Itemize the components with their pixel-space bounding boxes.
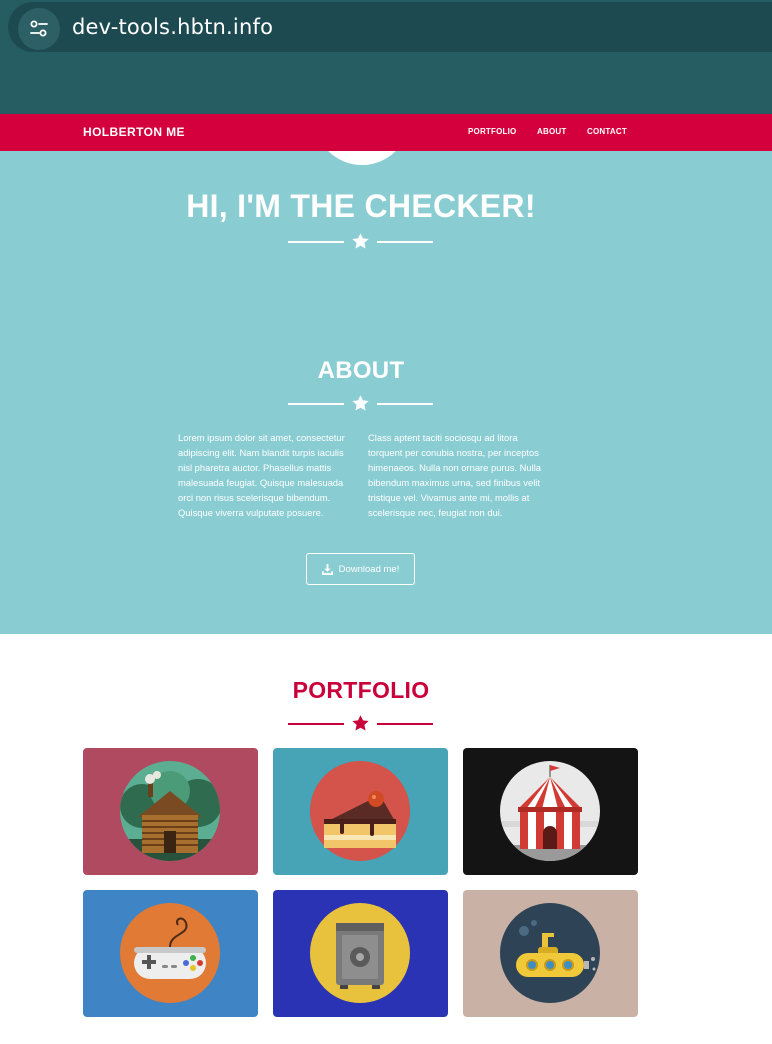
safe-icon	[310, 903, 410, 1003]
portfolio-divider	[288, 714, 433, 734]
portfolio-title: PORTFOLIO	[292, 677, 430, 703]
url-text[interactable]: dev-tools.hbtn.info	[72, 15, 273, 39]
star-icon	[352, 233, 369, 249]
download-icon	[321, 563, 333, 575]
hero-title: HI, I'M THE CHECKER!	[186, 188, 536, 224]
download-label: Download me!	[338, 563, 400, 575]
star-icon	[352, 715, 369, 731]
about-divider	[288, 394, 433, 414]
address-bar[interactable]: dev-tools.hbtn.info	[8, 2, 772, 52]
star-icon	[352, 395, 369, 411]
nav-link-about[interactable]: ABOUT	[537, 127, 566, 136]
circus-tent-icon	[500, 761, 600, 861]
nav-link-contact[interactable]: CONTACT	[587, 127, 627, 136]
tune-icon[interactable]	[18, 8, 60, 50]
hero-divider	[288, 232, 433, 252]
portfolio-item-cake[interactable]	[273, 748, 448, 875]
nav-link-portfolio[interactable]: PORTFOLIO	[468, 127, 516, 136]
download-button[interactable]: Download me!	[306, 553, 415, 585]
portfolio-item-cabin[interactable]	[83, 748, 258, 875]
about-text-right: Class aptent taciti sociosqu ad litora t…	[368, 432, 542, 518]
portfolio-item-circus-tent[interactable]	[463, 748, 638, 875]
portfolio-item-submarine[interactable]	[463, 890, 638, 1017]
about-title: ABOUT	[317, 357, 405, 384]
cabin-icon	[120, 761, 220, 861]
avatar	[314, 151, 410, 165]
portfolio-item-game-controller[interactable]	[83, 890, 258, 1017]
cake-icon	[310, 761, 410, 861]
portfolio-item-safe[interactable]	[273, 890, 448, 1017]
site-brand[interactable]: HOLBERTON ME	[83, 125, 185, 139]
site-navbar: HOLBERTON ME PORTFOLIO ABOUT CONTACT	[0, 114, 772, 151]
game-controller-icon	[120, 903, 220, 1003]
hero-section: HI, I'M THE CHECKER! ABOUT Lorem ipsum d…	[0, 151, 772, 634]
about-text-left: Lorem ipsum dolor sit amet, consectetur …	[178, 432, 345, 518]
submarine-icon	[500, 903, 600, 1003]
browser-toolbar: dev-tools.hbtn.info	[0, 0, 772, 114]
